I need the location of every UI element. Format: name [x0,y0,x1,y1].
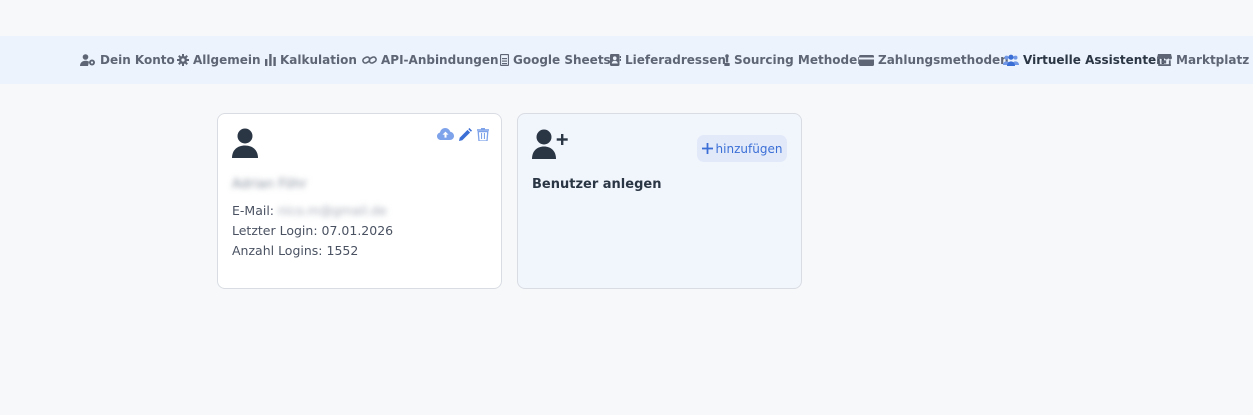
cloud-upload-icon[interactable] [437,128,454,141]
nav-label: API-Anbindungen [381,53,499,67]
user-card: Adrian Föhr E-Mail: nico.m@gmail.de Letz… [217,113,502,289]
store-icon [1157,54,1172,66]
bar-chart-icon [265,54,276,66]
nav-label: Allgemein [193,53,261,67]
add-user-button[interactable]: hinzufügen [697,135,787,162]
trash-icon[interactable] [477,128,489,141]
nav-item-virtuelle-assistenten[interactable]: Virtuelle Assistenten [1003,36,1165,84]
email-label: E-Mail: [232,203,275,218]
pencil-icon[interactable] [459,128,472,141]
gear-icon [177,54,189,66]
nav-item-kalkulation[interactable]: Kalkulation [265,36,357,84]
email-row: E-Mail: nico.m@gmail.de [232,203,387,218]
spreadsheet-icon [500,54,509,66]
add-user-title: Benutzer anlegen [532,177,662,192]
address-book-icon [610,54,621,66]
nav-label: Dein Konto [100,53,175,67]
login-count-value: 1552 [326,243,359,258]
last-login-row: Letzter Login: 07.01.2026 [232,223,393,238]
last-login-label: Letzter Login: [232,223,318,238]
nav-label: Kalkulation [280,53,357,67]
user-gear-icon [80,54,95,66]
nav-label: Virtuelle Assistenten [1023,53,1165,67]
nav-label: Marktplatz [1176,53,1250,67]
nav-item-sourcing-methoden[interactable]: Sourcing Methoden [724,36,866,84]
link-icon [362,56,377,64]
users-icon [1003,54,1019,66]
plus-icon [701,143,713,154]
chess-piece-icon [724,54,730,66]
add-user-button-label: hinzufügen [715,141,783,156]
user-card-actions [437,128,489,141]
user-name: Adrian Föhr [232,177,307,192]
user-avatar-icon [232,128,258,158]
login-count-label: Anzahl Logins: [232,243,323,258]
nav-label: Lieferadressen [625,53,726,67]
nav-label: Google Sheets [513,53,611,67]
nav-item-api-anbindungen[interactable]: API-Anbindungen [362,36,499,84]
email-value: nico.m@gmail.de [278,203,387,218]
nav-label: Zahlungsmethoden [878,53,1009,67]
login-count-row: Anzahl Logins: 1552 [232,243,358,258]
nav-item-marktplatz[interactable]: Marktplatz [1157,36,1249,84]
nav-item-zahlungsmethoden[interactable]: Zahlungsmethoden [859,36,1009,84]
last-login-value: 07.01.2026 [321,223,394,238]
nav-item-allgemein[interactable]: Allgemein [177,36,261,84]
settings-nav: Dein Konto Allgemein Kalkulation API-Anb… [0,36,1253,84]
user-plus-icon [532,129,568,159]
nav-item-google-sheets[interactable]: Google Sheets [500,36,611,84]
credit-card-icon [859,54,874,66]
nav-item-lieferadressen[interactable]: Lieferadressen [610,36,726,84]
add-user-card: hinzufügen Benutzer anlegen [517,113,802,289]
nav-item-dein-konto[interactable]: Dein Konto [80,36,175,84]
nav-label: Sourcing Methoden [734,53,866,67]
